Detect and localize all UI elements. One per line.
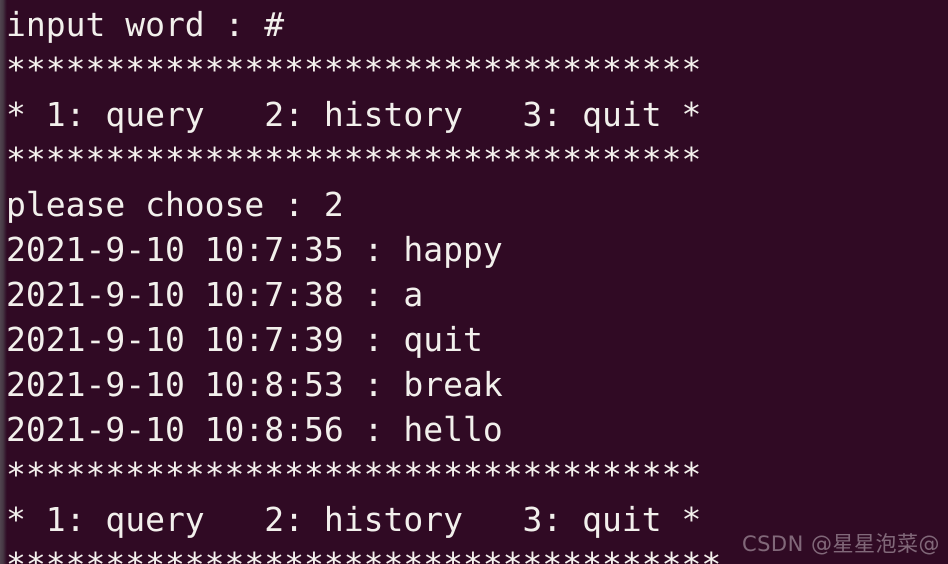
input-word-prompt-line: input word : #: [6, 5, 285, 44]
terminal-screen[interactable]: input word : # *************************…: [0, 0, 948, 564]
history-entry-line: 2021-9-10 10:7:38 : a: [6, 275, 424, 314]
terminal-window[interactable]: input word : # *************************…: [0, 0, 948, 564]
history-entry-line: 2021-9-10 10:8:53 : break: [6, 365, 503, 404]
separator-line-top: ***********************************: [6, 50, 702, 89]
menu-line-top: * 1: query 2: history 3: quit *: [6, 95, 702, 134]
separator-line-third: ***********************************: [6, 455, 702, 494]
please-choose-prompt-line: please choose : 2: [6, 185, 344, 224]
separator-line-second: ***********************************: [6, 140, 702, 179]
history-entry-line: 2021-9-10 10:7:39 : quit: [6, 320, 483, 359]
history-entry-line: 2021-9-10 10:7:35 : happy: [6, 230, 503, 269]
menu-line-bottom: * 1: query 2: history 3: quit *: [6, 500, 702, 539]
history-entry-line: 2021-9-10 10:8:56 : hello: [6, 410, 503, 449]
separator-line-bottom: ************************************: [6, 542, 948, 564]
